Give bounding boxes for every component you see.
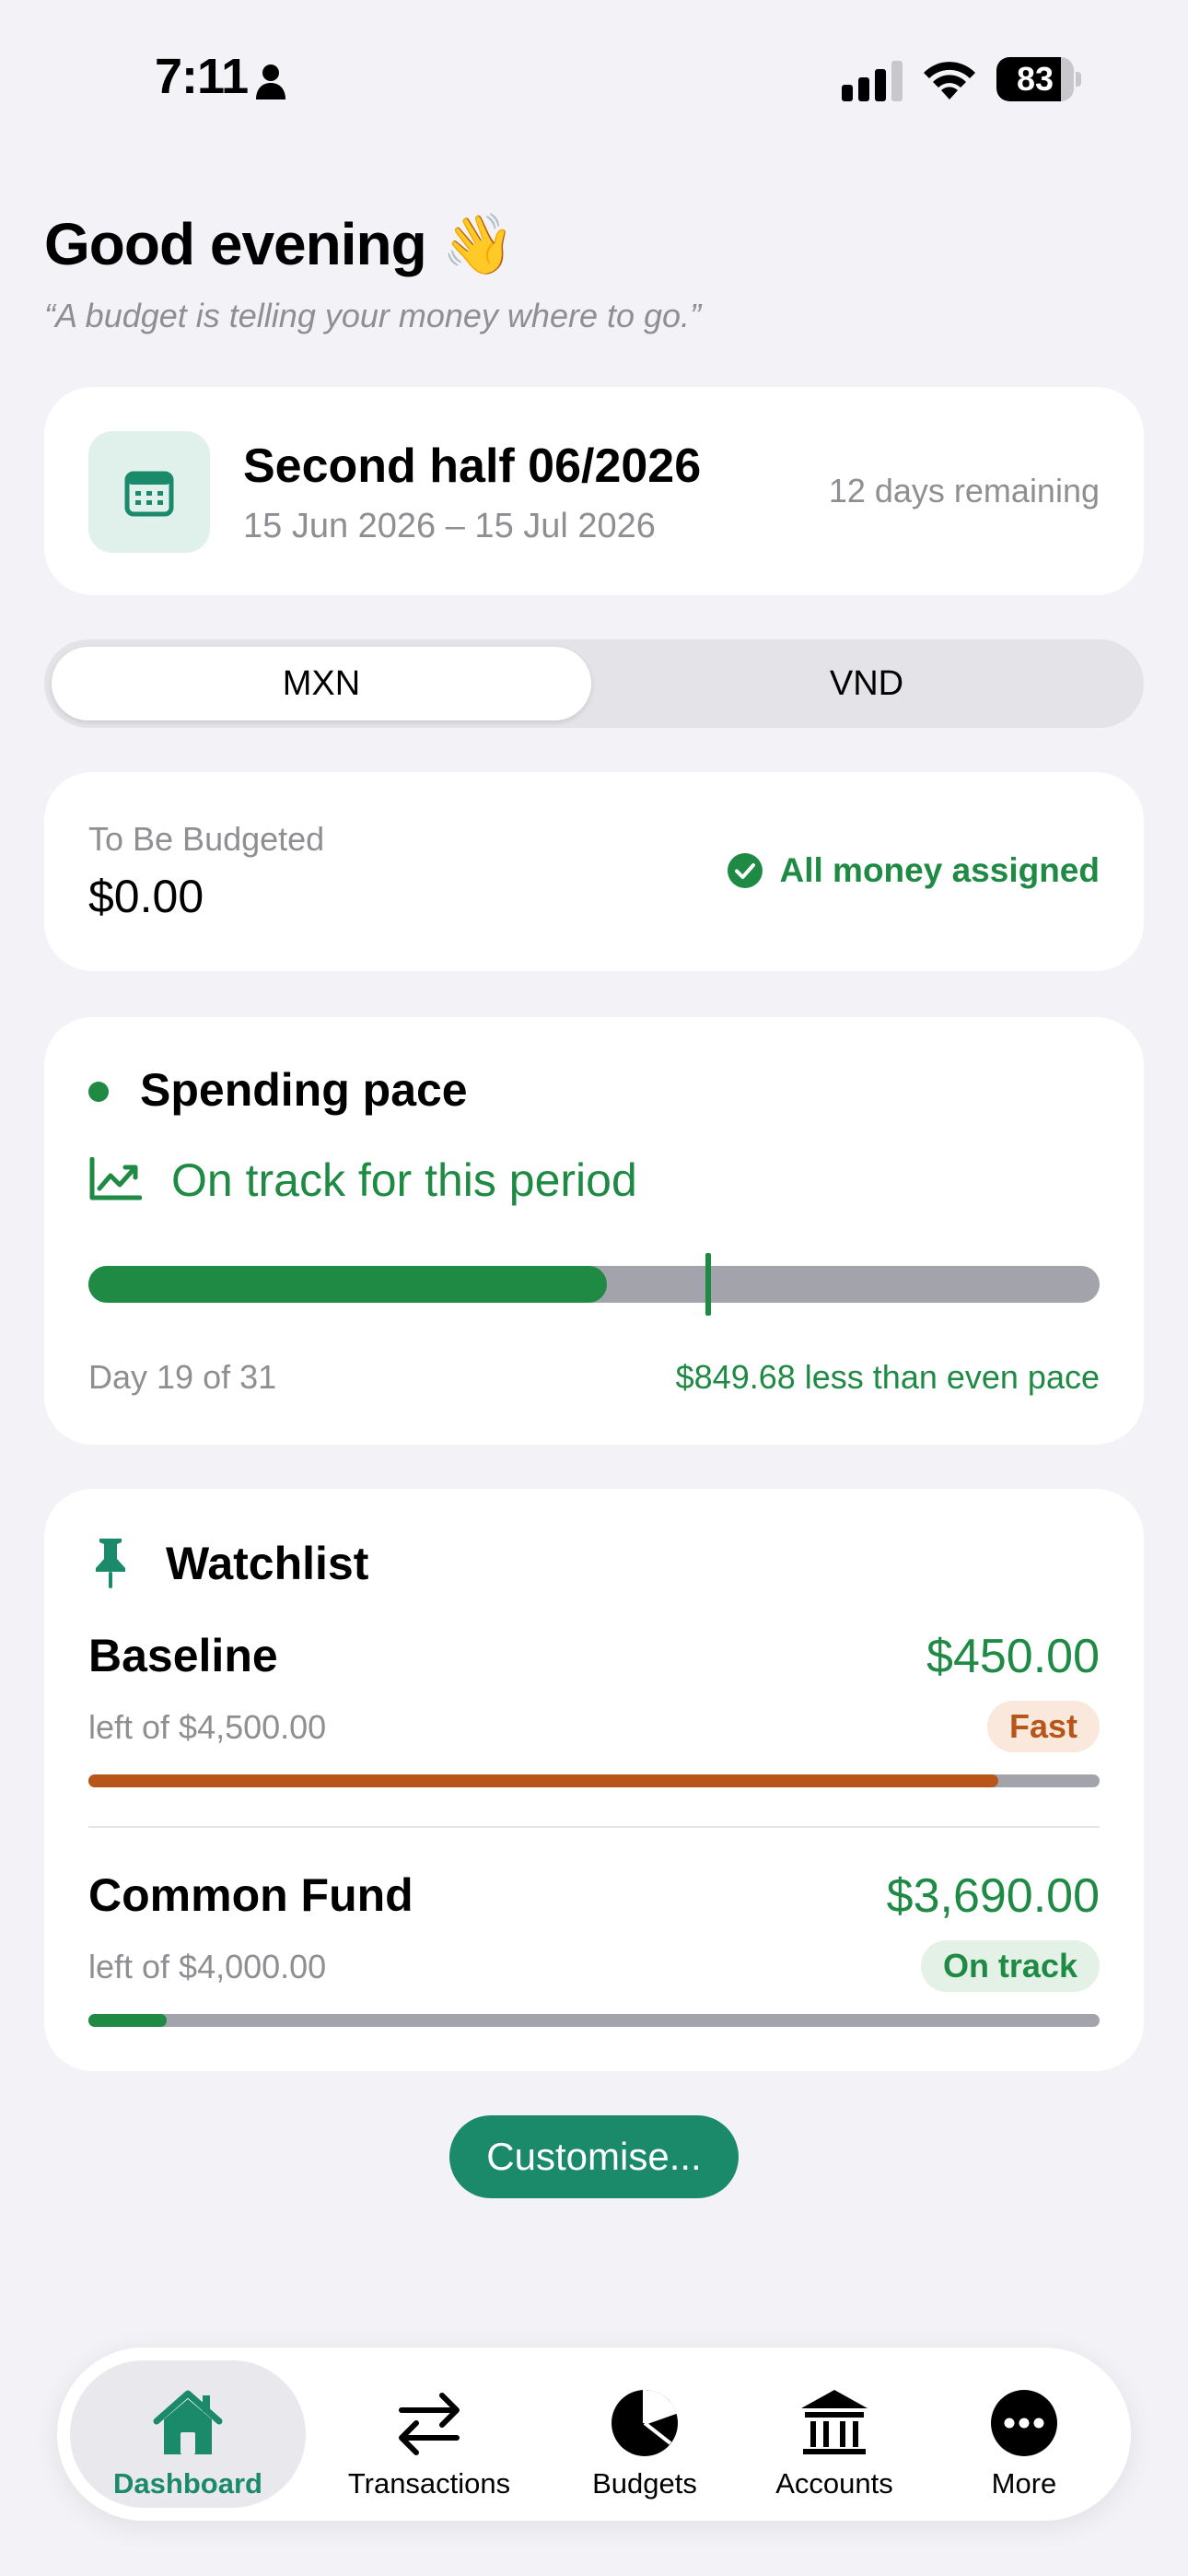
pin-icon — [96, 1539, 125, 1588]
tab-more[interactable]: More — [921, 2360, 1127, 2508]
status-bar: 7:11 83 — [0, 0, 1188, 157]
status-time: 7:11 — [155, 49, 249, 104]
arrows-icon — [399, 2393, 460, 2455]
signal-icon — [842, 61, 903, 101]
to-be-budgeted-value: $0.00 — [88, 871, 204, 922]
customise-button[interactable]: Customise... — [449, 2115, 739, 2198]
tab-budgets[interactable]: Budgets — [542, 2360, 748, 2508]
tab-label: More — [991, 2467, 1057, 2500]
currency-option-mxn[interactable]: MXN — [52, 647, 591, 720]
battery-level-text: 83 — [1016, 60, 1054, 98]
watchlist-card: Watchlist Baseline $450.00 left of $4,50… — [44, 1489, 1144, 2071]
person-icon — [256, 64, 285, 100]
tab-label: Accounts — [775, 2467, 893, 2500]
period-title: Second half 06/2026 — [243, 439, 702, 493]
assigned-status: All money assigned — [727, 851, 1101, 890]
spending-pace-bar — [88, 1253, 1100, 1316]
greeting-title: Good evening 👋 — [44, 211, 515, 277]
watchlist-item-progress — [88, 1774, 1100, 1787]
house-icon — [153, 2390, 223, 2454]
watchlist-item-progress-fill — [88, 2014, 167, 2027]
tab-label: Dashboard — [113, 2467, 262, 2500]
days-remaining: 12 days remaining — [828, 472, 1100, 509]
watchlist-title: Watchlist — [166, 1538, 369, 1589]
trend-chart-icon — [89, 1157, 142, 1200]
spending-pace-card[interactable]: Spending pace On track for this period D… — [44, 1017, 1144, 1445]
currency-option-vnd[interactable]: VND — [597, 647, 1136, 720]
tab-accounts[interactable]: Accounts — [731, 2360, 938, 2508]
watchlist-item-common-fund[interactable]: Common Fund $3,690.00 left of $4,000.00 … — [88, 1868, 1100, 2034]
tab-bar: Dashboard Transactions Budgets Accounts — [57, 2348, 1131, 2521]
pie-icon — [611, 2390, 678, 2456]
tab-label: Budgets — [592, 2467, 697, 2500]
period-card[interactable]: Second half 06/2026 15 Jun 2026 – 15 Jul… — [44, 387, 1144, 595]
status-dot — [88, 1082, 109, 1102]
currency-segmented-control: MXN VND — [44, 639, 1144, 728]
watchlist-item-progress-fill — [88, 1774, 999, 1787]
assigned-status-text: All money assigned — [779, 851, 1101, 889]
period-date-range: 15 Jun 2026 – 15 Jul 2026 — [243, 507, 656, 545]
pace-difference: $849.68 less than even pace — [675, 1358, 1100, 1396]
to-be-budgeted-label: To Be Budgeted — [88, 820, 325, 858]
check-circle-icon — [727, 853, 763, 888]
ellipsis-icon — [991, 2390, 1057, 2456]
divider — [88, 1826, 1100, 1828]
period-day-counter: Day 19 of 31 — [88, 1358, 277, 1396]
watchlist-item-amount: $450.00 — [926, 1630, 1100, 1683]
tab-transactions[interactable]: Transactions — [326, 2360, 532, 2508]
watchlist-item-badge: On track — [920, 1940, 1100, 1992]
tab-dashboard[interactable]: Dashboard — [70, 2360, 306, 2508]
budget-quote: “A budget is telling your money where to… — [44, 297, 702, 334]
watchlist-item-progress — [88, 2014, 1100, 2027]
watchlist-item-badge: Fast — [986, 1701, 1100, 1752]
calendar-icon — [124, 471, 174, 517]
spending-pace-status: On track for this period — [171, 1154, 637, 1206]
wifi-icon — [924, 62, 975, 100]
watchlist-item-limit: left of $4,000.00 — [88, 1948, 327, 1985]
calendar-tile — [88, 431, 210, 553]
to-be-budgeted-card[interactable]: To Be Budgeted $0.00 All money assigned — [44, 772, 1144, 971]
battery-indicator: 83 — [996, 57, 1081, 101]
even-pace-marker — [705, 1253, 712, 1316]
watchlist-item-amount: $3,690.00 — [886, 1869, 1100, 1923]
spending-pace-fill — [88, 1266, 608, 1303]
bank-icon — [801, 2390, 868, 2454]
watchlist-item-baseline[interactable]: Baseline $450.00 left of $4,500.00 Fast — [88, 1629, 1100, 1795]
spending-pace-title: Spending pace — [140, 1064, 468, 1116]
watchlist-item-name: Common Fund — [88, 1869, 413, 1921]
tab-label: Transactions — [347, 2467, 511, 2500]
watchlist-item-limit: left of $4,500.00 — [88, 1708, 327, 1746]
watchlist-item-name: Baseline — [88, 1630, 278, 1681]
